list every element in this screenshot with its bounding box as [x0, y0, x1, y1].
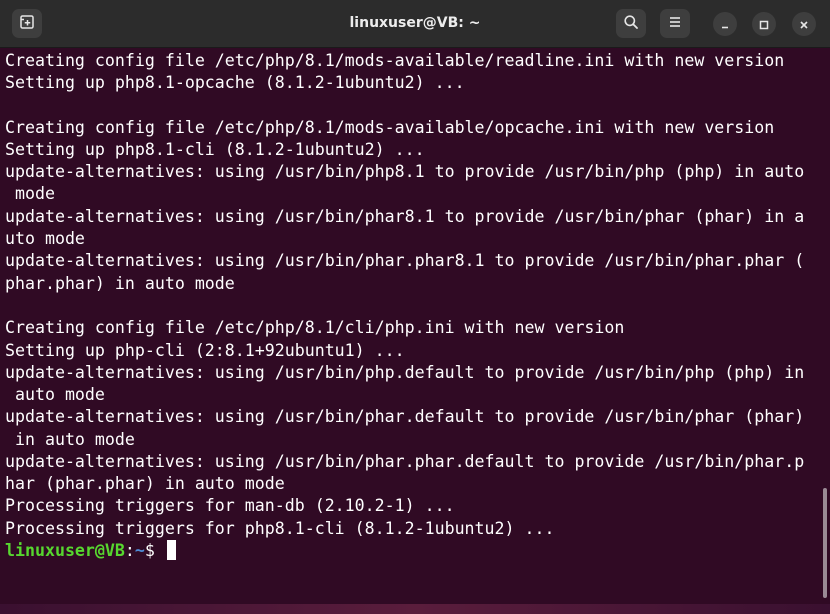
prompt-user-host: linuxuser@VB	[5, 541, 125, 560]
terminal-line: update-alternatives: using /usr/bin/phar…	[5, 251, 805, 270]
desktop-background-strip	[0, 604, 830, 614]
terminal-window: linuxuser@VB: ~ Creating config file /et…	[0, 0, 830, 614]
terminal-line: update-alternatives: using /usr/bin/php8…	[5, 162, 805, 181]
terminal-line: Setting up php-cli (2:8.1+92ubuntu1) ...	[5, 341, 405, 360]
menu-button[interactable]	[660, 9, 690, 38]
prompt-separator: :	[124, 541, 135, 560]
scrollbar[interactable]	[823, 488, 827, 598]
titlebar: linuxuser@VB: ~	[0, 0, 830, 48]
terminal-line: in auto mode	[5, 430, 135, 449]
terminal-line: phar.phar) in auto mode	[5, 274, 235, 293]
search-button[interactable]	[616, 9, 646, 38]
terminal-line: Processing triggers for php8.1-cli (8.1.…	[5, 519, 555, 538]
terminal-line: update-alternatives: using /usr/bin/phar…	[5, 207, 805, 226]
terminal-line: uto mode	[5, 229, 85, 248]
search-icon	[623, 14, 639, 34]
hamburger-menu-icon	[668, 14, 682, 33]
prompt-line[interactable]: linuxuser@VB:~$	[5, 540, 176, 562]
prompt-symbol: $	[144, 541, 165, 560]
maximize-icon	[759, 15, 769, 34]
terminal-line: Setting up php8.1-cli (8.1.2-1ubuntu2) .…	[5, 140, 425, 159]
minimize-button[interactable]	[713, 12, 737, 36]
prompt-path: ~	[134, 541, 145, 560]
terminal-line: auto mode	[5, 385, 105, 404]
terminal-line: Creating config file /etc/php/8.1/mods-a…	[5, 51, 785, 70]
window-title: linuxuser@VB: ~	[349, 15, 481, 31]
maximize-button[interactable]	[752, 12, 776, 36]
terminal-line: Creating config file /etc/php/8.1/cli/ph…	[5, 318, 625, 337]
terminal-line: Processing triggers for man-db (2.10.2-1…	[5, 496, 455, 515]
terminal-line: mode	[5, 184, 55, 203]
close-button[interactable]	[792, 12, 816, 36]
terminal-line: Creating config file /etc/php/8.1/mods-a…	[5, 118, 775, 137]
text-cursor	[166, 540, 176, 560]
terminal-line: update-alternatives: using /usr/bin/phar…	[5, 452, 805, 471]
terminal-line: har (phar.phar) in auto mode	[5, 474, 285, 493]
minimize-icon	[720, 15, 730, 34]
close-icon	[799, 15, 809, 34]
terminal-line: Setting up php8.1-opcache (8.1.2-1ubuntu…	[5, 73, 465, 92]
terminal-line: update-alternatives: using /usr/bin/phar…	[5, 407, 805, 426]
terminal-output[interactable]: Creating config file /etc/php/8.1/mods-a…	[0, 48, 830, 614]
terminal-line: update-alternatives: using /usr/bin/php.…	[5, 363, 805, 382]
